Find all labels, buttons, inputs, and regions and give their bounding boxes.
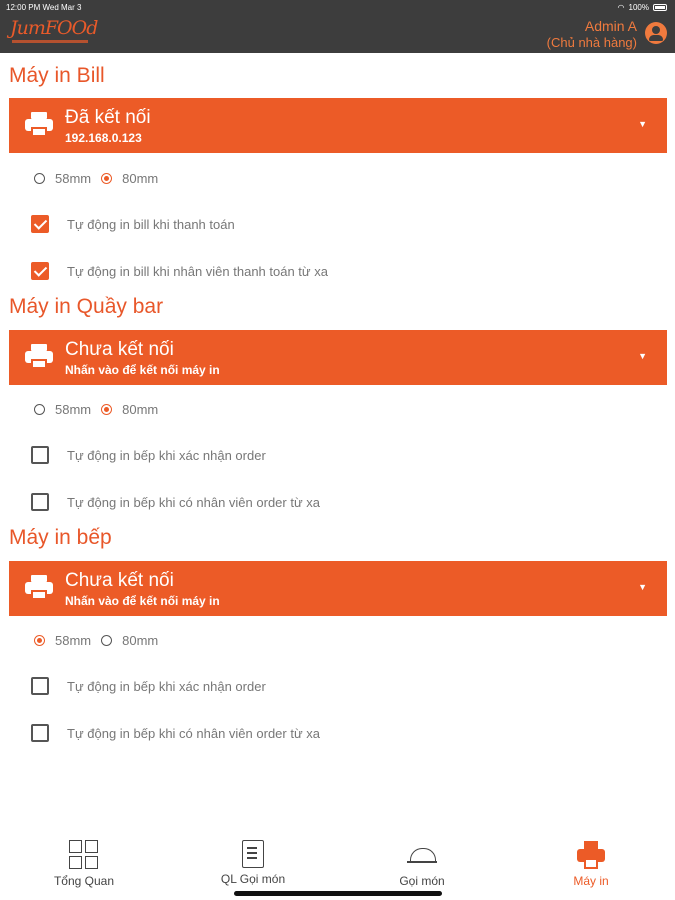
option-row[interactable]: Tự động in bếp khi có nhân viên order từ… — [31, 493, 320, 511]
printer-icon — [25, 112, 53, 138]
printer-detail: 192.168.0.123 — [65, 131, 142, 145]
radio-58mm[interactable] — [34, 635, 45, 646]
option-label: Tự động in bếp khi có nhân viên order từ… — [67, 494, 320, 510]
chevron-down-icon: ▼ — [638, 582, 647, 592]
checkbox[interactable] — [31, 677, 49, 695]
status-time: 12:00 PM Wed Mar 3 — [6, 3, 82, 12]
option-label: Tự động in bill khi nhân viên thanh toán… — [67, 263, 328, 279]
nav-label: QL Gọi món — [220, 872, 286, 886]
home-indicator — [234, 891, 442, 896]
section-title-kitchen: Máy in bếp — [9, 526, 112, 549]
option-label: Tự động in bếp khi có nhân viên order từ… — [67, 725, 320, 741]
radio-58mm[interactable] — [34, 173, 45, 184]
printer-detail: Nhấn vào để kết nối máy in — [65, 594, 220, 608]
checkbox[interactable] — [31, 446, 49, 464]
printer-icon — [25, 575, 53, 601]
printer-icon — [25, 344, 53, 370]
printer-status: Chưa kết nối — [65, 570, 174, 591]
wifi-icon: ◠ — [617, 3, 625, 12]
bottom-nav: Tổng Quan QL Gọi món Gọi món Máy in — [0, 830, 675, 900]
paper-size-group-bill: 58mm 80mm — [34, 171, 168, 186]
app-logo: JumFOOd — [10, 17, 98, 47]
printer-kitchen-connection-bar[interactable]: Chưa kết nối Nhấn vào để kết nối máy in … — [9, 561, 667, 616]
section-title-bill: Máy in Bill — [9, 64, 105, 87]
checkbox[interactable] — [31, 493, 49, 511]
user-info[interactable]: Admin A (Chủ nhà hàng) — [547, 18, 637, 51]
nav-label: Tổng Quan — [53, 874, 115, 888]
radio-label: 58mm — [55, 171, 92, 186]
printer-detail: Nhấn vào để kết nối máy in — [65, 363, 220, 377]
radio-label: 80mm — [122, 171, 159, 186]
radio-80mm[interactable] — [101, 635, 113, 646]
option-row[interactable]: Tự động in bill khi nhân viên thanh toán… — [31, 262, 328, 280]
user-name: Admin A — [584, 18, 637, 34]
paper-size-group-bar: 58mm 80mm — [34, 402, 168, 417]
logo-text: JumFOOd — [10, 17, 98, 39]
grid-icon — [69, 840, 99, 870]
option-row[interactable]: Tự động in bếp khi xác nhận order — [31, 446, 266, 464]
radio-80mm[interactable] — [101, 173, 113, 184]
option-label: Tự động in bếp khi xác nhận order — [67, 678, 266, 694]
nav-may-in[interactable]: Máy in — [531, 840, 651, 888]
battery-icon — [653, 4, 667, 11]
nav-ql-goi-mon[interactable]: QL Gọi món — [193, 840, 313, 886]
section-title-bar: Máy in Quầy bar — [9, 295, 164, 318]
user-avatar-icon[interactable] — [645, 22, 667, 44]
battery-text: 100% — [628, 3, 649, 12]
checkbox[interactable] — [31, 724, 49, 742]
nav-label: Máy in — [573, 874, 609, 888]
option-row[interactable]: Tự động in bill khi thanh toán — [31, 215, 235, 233]
printer-bill-connection-bar[interactable]: Đã kết nối 192.168.0.123 ▼ — [9, 98, 667, 153]
printer-bar-connection-bar[interactable]: Chưa kết nối Nhấn vào để kết nối máy in … — [9, 330, 667, 385]
nav-tong-quan[interactable]: Tổng Quan — [24, 840, 144, 888]
user-role: (Chủ nhà hàng) — [546, 35, 637, 50]
nav-goi-mon[interactable]: Gọi món — [362, 840, 482, 888]
radio-80mm[interactable] — [101, 404, 113, 415]
radio-label: 80mm — [122, 402, 159, 417]
radio-58mm[interactable] — [34, 404, 45, 415]
app-header: 12:00 PM Wed Mar 3 ◠ 100% JumFOOd Admin … — [0, 0, 675, 53]
nav-label: Gọi món — [399, 874, 445, 888]
printer-icon — [576, 840, 606, 870]
option-label: Tự động in bếp khi xác nhận order — [67, 447, 266, 463]
status-bar: 12:00 PM Wed Mar 3 ◠ 100% — [0, 0, 675, 14]
option-row[interactable]: Tự động in bếp khi xác nhận order — [31, 677, 266, 695]
printer-status: Chưa kết nối — [65, 339, 174, 360]
checkbox[interactable] — [31, 262, 49, 280]
order-list-icon — [242, 840, 264, 868]
option-row[interactable]: Tự động in bếp khi có nhân viên order từ… — [31, 724, 320, 742]
printer-status: Đã kết nối — [65, 107, 151, 128]
chevron-down-icon: ▼ — [638, 351, 647, 361]
status-right: ◠ 100% — [618, 3, 667, 12]
radio-label: 58mm — [55, 633, 92, 648]
radio-label: 80mm — [122, 633, 159, 648]
option-label: Tự động in bill khi thanh toán — [67, 216, 235, 232]
radio-label: 58mm — [55, 402, 92, 417]
logo-underline — [12, 40, 88, 43]
chevron-down-icon: ▼ — [638, 119, 647, 129]
checkbox[interactable] — [31, 215, 49, 233]
cloche-icon — [407, 840, 437, 870]
paper-size-group-kitchen: 58mm 80mm — [34, 633, 168, 648]
